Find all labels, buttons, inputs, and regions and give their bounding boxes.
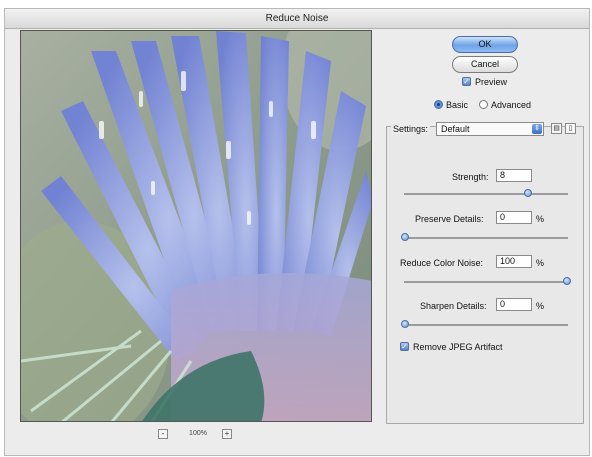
save-settings-icon[interactable]: ▤: [551, 123, 562, 134]
zoom-level: 100%: [189, 430, 207, 437]
remove-jpeg-artifact-checkbox[interactable]: ✓: [400, 342, 409, 351]
preserve-details-slider-thumb[interactable]: [401, 233, 409, 241]
strength-slider-thumb[interactable]: [524, 189, 532, 197]
zoom-control: - 100% +: [150, 429, 246, 441]
reduce-color-noise-field[interactable]: 100: [496, 255, 532, 268]
sharpen-details-slider-thumb[interactable]: [401, 320, 409, 328]
preview-image[interactable]: [20, 30, 372, 422]
flower-image: [21, 31, 371, 421]
preview-label: Preview: [475, 77, 508, 87]
reduce-color-noise-slider-thumb[interactable]: [563, 277, 571, 285]
remove-jpeg-artifact-label: Remove JPEG Artifact: [413, 342, 503, 352]
sharpen-details-field[interactable]: 0: [496, 298, 532, 311]
settings-label: Settings:: [391, 124, 431, 134]
reduce-color-noise-label: Reduce Color Noise:: [400, 258, 484, 268]
strength-slider-track[interactable]: [404, 193, 568, 195]
preserve-details-slider-track[interactable]: [404, 237, 568, 239]
cancel-button[interactable]: Cancel: [452, 56, 518, 73]
settings-dropdown[interactable]: Default ⇕: [436, 122, 544, 136]
advanced-radio[interactable]: [479, 100, 488, 109]
sharpen-details-label: Sharpen Details:: [420, 301, 487, 311]
reduce-color-noise-slider-track[interactable]: [404, 281, 568, 283]
trash-icon[interactable]: ▯: [565, 123, 576, 134]
advanced-label: Advanced: [491, 100, 532, 110]
window-title: Reduce Noise: [5, 9, 589, 29]
sharpen-details-unit: %: [536, 301, 545, 311]
preserve-details-label: Preserve Details:: [415, 214, 484, 224]
basic-label: Basic: [446, 100, 469, 110]
reduce-color-noise-unit: %: [536, 258, 545, 268]
zoom-out-button[interactable]: -: [158, 429, 168, 439]
preserve-details-field[interactable]: 0: [496, 211, 532, 224]
settings-value: Default: [441, 124, 470, 134]
ok-button[interactable]: OK: [452, 36, 518, 53]
basic-radio[interactable]: [434, 100, 443, 109]
settings-panel: [386, 126, 584, 424]
strength-field[interactable]: 8: [496, 169, 532, 182]
preserve-details-unit: %: [536, 214, 545, 224]
zoom-in-button[interactable]: +: [222, 429, 232, 439]
strength-label: Strength:: [452, 172, 489, 182]
preview-checkbox[interactable]: ✓: [462, 77, 471, 86]
chevron-updown-icon: ⇕: [532, 124, 542, 134]
sharpen-details-slider-track[interactable]: [404, 324, 568, 326]
